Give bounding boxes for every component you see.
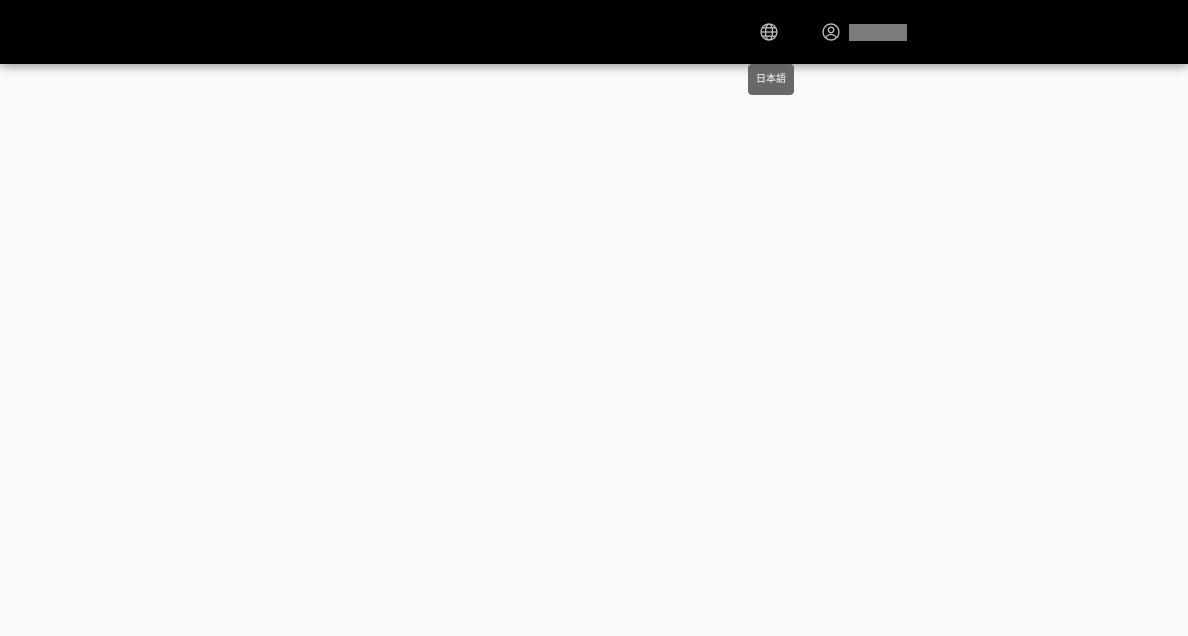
redacted-account-name [849, 24, 907, 41]
language-tooltip: 日本語 [748, 64, 794, 95]
globe-icon [760, 23, 778, 41]
account-circle-icon [812, 12, 850, 52]
language-button[interactable] [749, 12, 789, 52]
account-button[interactable] [812, 12, 912, 52]
main-content [0, 64, 1188, 636]
top-app-bar [0, 0, 1188, 64]
